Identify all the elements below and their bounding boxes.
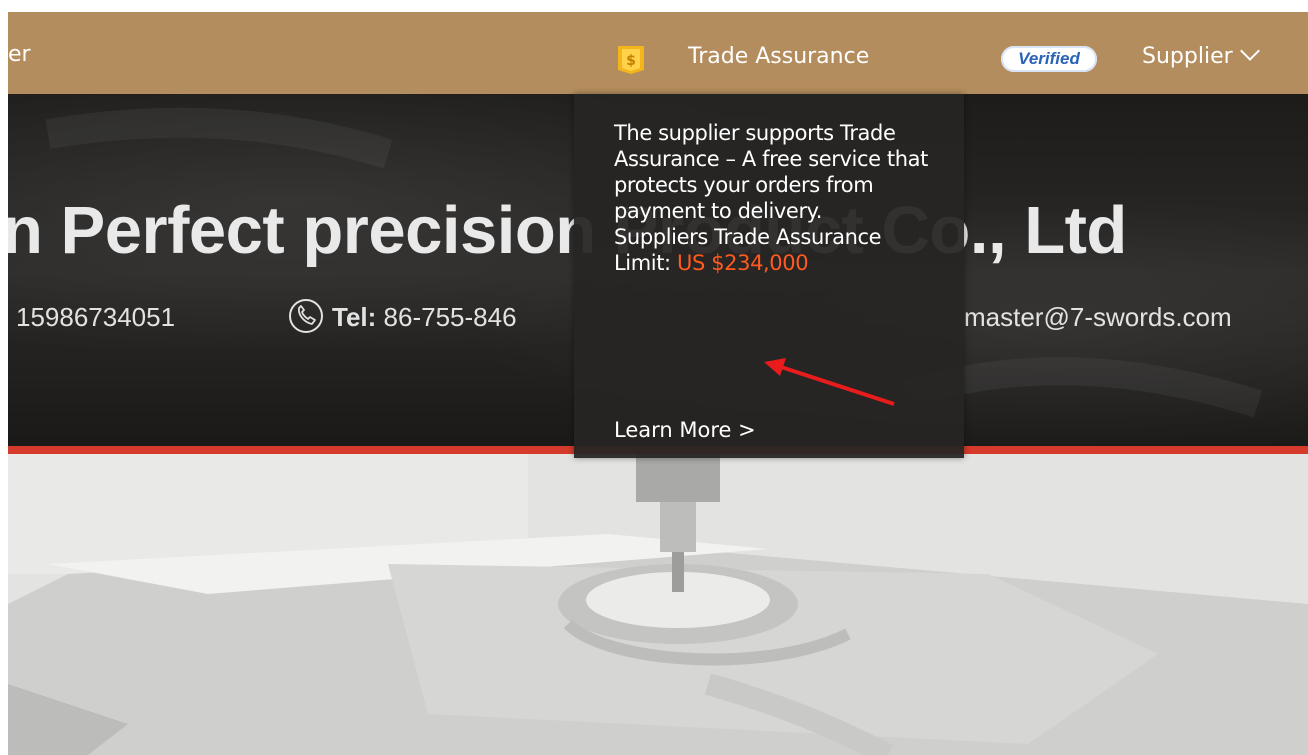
svg-text:$: $: [626, 53, 636, 69]
email-address[interactable]: master@7-swords.com: [964, 302, 1232, 333]
machining-photo: [8, 454, 1308, 755]
topbar-left-text[interactable]: er: [8, 42, 31, 67]
mobile-number: 15986734051: [16, 302, 176, 332]
learn-more-link[interactable]: Learn More >: [614, 418, 756, 442]
chevron-down-icon: [1239, 41, 1260, 61]
trade-assurance-link[interactable]: Trade Assurance: [688, 44, 869, 69]
shield-icon[interactable]: $: [614, 40, 648, 76]
supplier-topbar: er $ Trade Assurance Verified Supplier: [8, 12, 1308, 94]
red-arrow-icon: [764, 358, 895, 406]
tel-label: Tel:: [332, 302, 377, 332]
tooltip-description: The supplier supports Trade Assurance – …: [614, 121, 928, 223]
tooltip-limit-value: US $234,000: [677, 251, 809, 275]
tooltip-text: The supplier supports Trade Assurance – …: [614, 120, 934, 276]
phone-icon: [289, 299, 323, 333]
supplier-dropdown[interactable]: Supplier: [1142, 41, 1260, 69]
machining-illustration: [8, 454, 1308, 755]
verified-badge[interactable]: Verified: [1001, 46, 1097, 72]
supplier-dropdown-label: Supplier: [1142, 44, 1233, 69]
tel-number: Tel: 86-755-846: [332, 302, 517, 333]
tel-value: 86-755-846: [383, 302, 517, 332]
